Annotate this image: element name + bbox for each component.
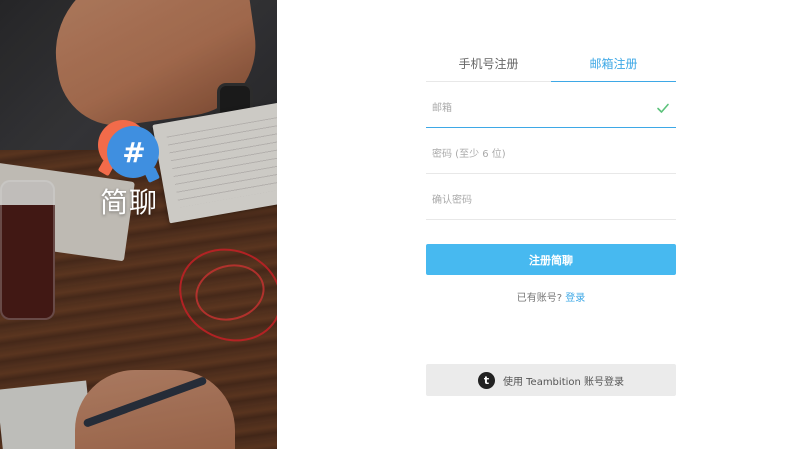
login-link[interactable]: 登录 [565, 293, 585, 304]
teambition-login-label: 使用 Teambition 账号登录 [502, 376, 625, 388]
register-tabs: 手机号注册 邮箱注册 [426, 46, 676, 82]
teambition-icon: t [477, 371, 495, 389]
register-form: 手机号注册 邮箱注册 注册简聊 已有账号? 登录 [426, 46, 676, 304]
brand-name: 简聊 [100, 186, 159, 219]
password-input[interactable] [426, 136, 676, 173]
register-button[interactable]: 注册简聊 [426, 244, 676, 275]
email-field [426, 90, 676, 128]
hash-icon: # [122, 135, 146, 169]
login-prompt: 已有账号? 登录 [426, 289, 676, 304]
confirm-password-input[interactable] [426, 182, 676, 219]
hero-photo: # 简聊 [0, 0, 277, 449]
tab-email-register[interactable]: 邮箱注册 [551, 46, 676, 82]
checkmark-icon [657, 103, 669, 113]
confirm-password-field [426, 182, 676, 220]
tab-phone-register[interactable]: 手机号注册 [426, 46, 551, 81]
login-prompt-text: 已有账号? [516, 293, 563, 304]
password-field [426, 136, 676, 174]
app-logo-icon: # [98, 120, 162, 182]
photo-overlay [0, 0, 277, 449]
email-input[interactable] [426, 90, 676, 127]
teambition-login-button[interactable]: t 使用 Teambition 账号登录 [426, 364, 676, 396]
